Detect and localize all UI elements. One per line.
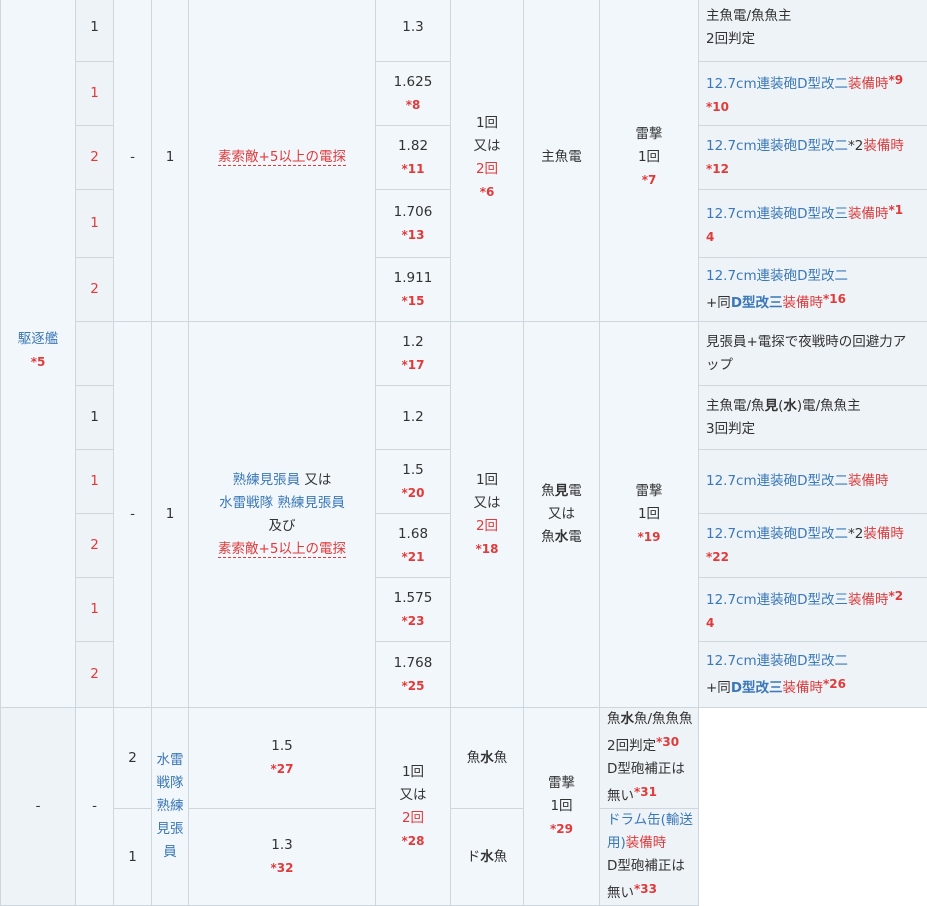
condition-cell: 水雷戦隊 熟練見張員: [152, 708, 189, 906]
table-row: - 1 熟練見張員 又は水雷戦隊 熟練見張員及び素索敵+5以上の電探 1.2*1…: [1, 322, 927, 386]
multiplier-cell: 1.5*20: [376, 450, 451, 514]
ship-type-cell: 駆逐艦 *5: [1, 0, 76, 708]
equip-cell: 魚見電又は魚水電: [524, 322, 600, 708]
dash-cell: -: [76, 708, 114, 906]
table-row: - - 2 水雷戦隊 熟練見張員 1.5*27 1回又は2回*28 魚水魚 雷撃…: [1, 708, 927, 809]
note-cell: 主魚電/魚見(水)電/魚魚主3回判定: [699, 386, 927, 450]
note-cell: 12.7cm連装砲D型改二+同D型改三装備時*16: [699, 258, 927, 322]
dash-cell: -: [1, 708, 76, 906]
count-cell: 2: [114, 708, 152, 809]
equipment-link[interactable]: 12.7cm連装砲D型改二: [706, 268, 848, 284]
count-cell: 1: [76, 0, 114, 62]
count-cell: 1: [152, 322, 189, 708]
count-cell: 1: [76, 578, 114, 642]
note-cell: 魚水魚/魚魚魚 2回判定*30D型砲補正は無い*31: [600, 708, 699, 809]
count-cell: 2: [76, 642, 114, 708]
note-cell: 12.7cm連装砲D型改二装備時: [699, 450, 927, 514]
note-cell: ドラム缶(輸送用)装備時D型砲補正は無い*33: [600, 809, 699, 906]
count-cell: 2: [76, 514, 114, 578]
note-cell: 12.7cm連装砲D型改二+同D型改三装備時*26: [699, 642, 927, 708]
count-cell: 2: [76, 126, 114, 190]
count-cell: 1: [152, 0, 189, 322]
note-cell: 12.7cm連装砲D型改三装備時*14: [699, 190, 927, 258]
multiplier-cell: 1.3*32: [189, 809, 376, 906]
multiplier-cell: 1.2: [376, 386, 451, 450]
table-row: 1 1.3*32 ド水魚 ドラム缶(輸送用)装備時D型砲補正は無い*33: [1, 809, 927, 906]
table-row: 駆逐艦*5 1 - 1 素索敵+5以上の電探 1.3 1回又は2回*6 主魚電 …: [1, 0, 927, 62]
equip-cell: 魚水魚: [451, 708, 524, 809]
condition-link[interactable]: 水雷戦隊 熟練見張員: [157, 752, 184, 860]
equipment-link[interactable]: 12.7cm連装砲D型改二: [706, 653, 848, 669]
count-cell: 2: [76, 258, 114, 322]
dash-cell: -: [114, 0, 152, 322]
condition-cell: 素索敵+5以上の電探: [189, 0, 376, 322]
times-cell: 1回又は2回*28: [376, 708, 451, 906]
ship-type-label: 駆逐艦: [18, 331, 59, 347]
multiplier-cell: 1.68*21: [376, 514, 451, 578]
count-cell: [76, 322, 114, 386]
multiplier-cell: 1.5*27: [189, 708, 376, 809]
multiplier-cell: 1.911*15: [376, 258, 451, 322]
times-cell: 1回又は2回*6: [451, 0, 524, 322]
multiplier-value: 1.3: [402, 19, 423, 35]
footnote-ref: *5: [31, 355, 46, 369]
equip-cell: 主魚電: [524, 0, 600, 322]
condition-cell: 熟練見張員 又は水雷戦隊 熟練見張員及び素索敵+5以上の電探: [189, 322, 376, 708]
note-cell: 主魚電/魚魚主2回判定: [699, 0, 927, 62]
equip-cell: ド水魚: [451, 809, 524, 906]
equipment-link[interactable]: 12.7cm連装砲D型改二: [706, 138, 848, 154]
equipment-link[interactable]: 12.7cm連装砲D型改二: [706, 473, 848, 489]
multiplier-cell: 1.706*13: [376, 190, 451, 258]
note-cell: 12.7cm連装砲D型改二*2装備時*12: [699, 126, 927, 190]
count-cell: 1: [76, 62, 114, 126]
condition-link[interactable]: 素索敵+5以上の電探: [218, 149, 346, 166]
multiplier-cell: 1.768*25: [376, 642, 451, 708]
equipment-link[interactable]: 12.7cm連装砲D型改二: [706, 76, 848, 92]
condition-link[interactable]: 熟練見張員: [233, 472, 301, 488]
count-cell: 1: [114, 809, 152, 906]
condition-link[interactable]: 素索敵+5以上の電探: [218, 541, 346, 558]
multiplier-cell: 1.3: [376, 0, 451, 62]
times-cell: 1回又は2回*18: [451, 322, 524, 708]
condition-link[interactable]: 水雷戦隊 熟練見張員: [219, 495, 345, 511]
count-cell: 1: [76, 190, 114, 258]
multiplier-cell: 1.625*8: [376, 62, 451, 126]
attack-type-cell: 雷撃1回*19: [600, 322, 699, 708]
night-battle-table: 駆逐艦*5 1 - 1 素索敵+5以上の電探 1.3 1回又は2回*6 主魚電 …: [0, 0, 927, 906]
multiplier-cell: 1.575*23: [376, 578, 451, 642]
attack-type-cell: 雷撃1回*29: [524, 708, 600, 906]
equipment-link[interactable]: 12.7cm連装砲D型改三: [706, 592, 848, 608]
dash-cell: -: [114, 322, 152, 708]
equipment-link[interactable]: 12.7cm連装砲D型改二: [706, 526, 848, 542]
count-cell: 1: [76, 450, 114, 514]
multiplier-cell: 1.2*17: [376, 322, 451, 386]
multiplier-cell: 1.82*11: [376, 126, 451, 190]
equipment-link[interactable]: 12.7cm連装砲D型改三: [706, 206, 848, 222]
note-cell: 12.7cm連装砲D型改二装備時*9*10: [699, 62, 927, 126]
note-cell: 12.7cm連装砲D型改二*2装備時*22: [699, 514, 927, 578]
note-cell: 12.7cm連装砲D型改三装備時*24: [699, 578, 927, 642]
note-cell: 見張員+電探で夜戦時の回避力アップ: [699, 322, 927, 386]
attack-type-cell: 雷撃1回*7: [600, 0, 699, 322]
count-cell: 1: [76, 386, 114, 450]
